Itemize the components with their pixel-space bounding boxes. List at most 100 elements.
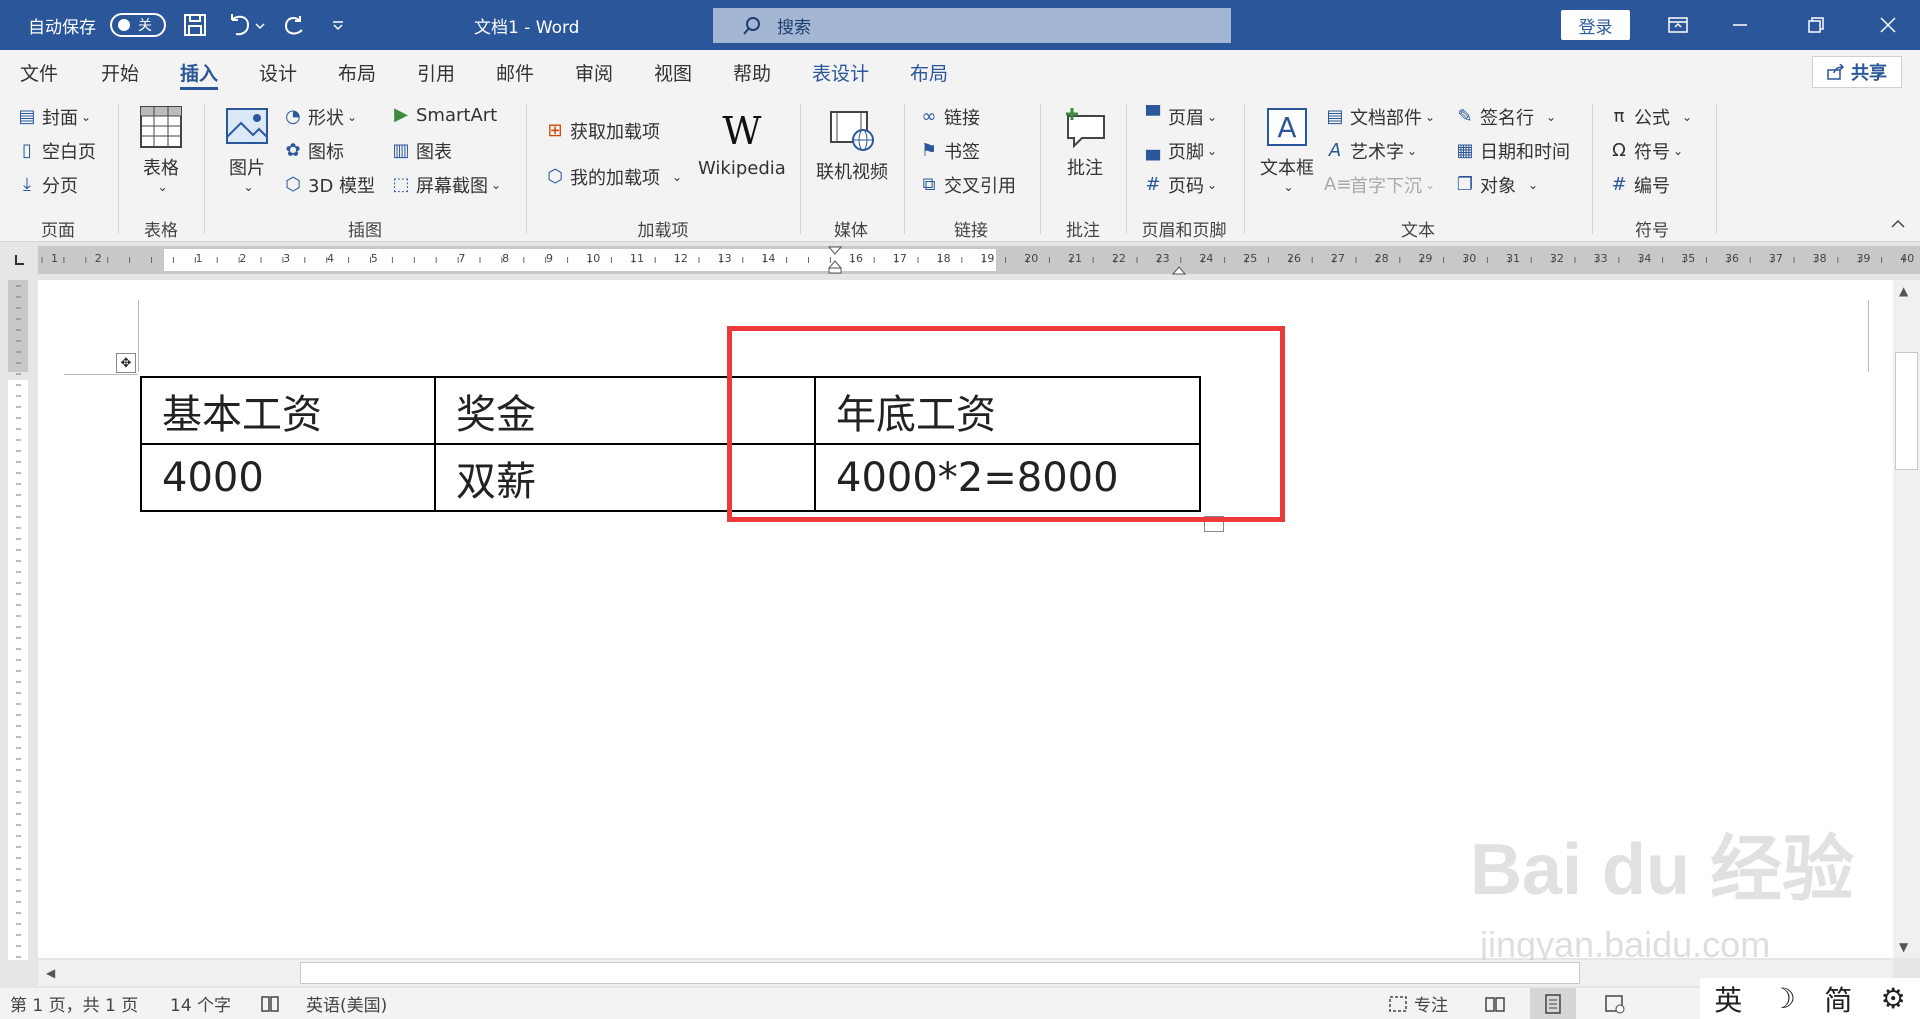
collapse-ribbon-icon[interactable] <box>1890 218 1906 230</box>
word-count[interactable]: 14 个字 <box>170 988 231 1019</box>
customize-qat-icon[interactable] <box>330 0 346 50</box>
tab-references[interactable]: 引用 <box>417 50 455 94</box>
picture-button[interactable]: 图片 ⌄ <box>224 104 270 194</box>
wikipedia-label: Wikipedia <box>698 158 786 179</box>
pi-icon: π <box>1613 106 1625 127</box>
right-indent-marker-icon[interactable] <box>1171 260 1187 275</box>
equation-button[interactable]: π 公式 ⌄ <box>1608 104 1692 130</box>
vertical-ruler[interactable] <box>0 280 38 960</box>
picture-label: 图片 <box>229 158 265 179</box>
redo-icon[interactable] <box>282 0 308 50</box>
indent-marker-icon[interactable] <box>827 246 843 274</box>
tab-help[interactable]: 帮助 <box>733 50 771 94</box>
scroll-up-icon[interactable]: ▲ <box>1899 284 1908 298</box>
tab-layout[interactable]: 布局 <box>338 50 376 94</box>
number-button[interactable]: # 编号 <box>1608 172 1670 198</box>
smartart-button[interactable]: ▶ SmartArt <box>390 104 497 126</box>
wikipedia-button[interactable]: W Wikipedia <box>698 108 786 179</box>
tab-table-design[interactable]: 表设计 <box>812 50 869 94</box>
login-button[interactable]: 登录 <box>1561 10 1630 40</box>
table-cell[interactable]: 奖金 <box>434 376 730 445</box>
cover-page-button[interactable]: ▤ 封面 ⌄ <box>16 104 91 130</box>
read-mode-icon[interactable] <box>1484 988 1506 1019</box>
3d-models-button[interactable]: ⬡ 3D 模型 <box>282 172 375 198</box>
ruler-number: 37 <box>1768 252 1783 265</box>
text-box-label: 文本框 <box>1260 158 1314 179</box>
table-cell[interactable]: 基本工资 <box>140 376 436 445</box>
gear-icon[interactable]: ⚙ <box>1881 982 1906 1015</box>
online-video-button[interactable]: 联机视频 <box>816 108 888 184</box>
drop-cap-button[interactable]: A≡ 首字下沉 ⌄ <box>1324 172 1435 198</box>
group-divider <box>904 104 905 234</box>
horizontal-scroll-thumb[interactable] <box>300 962 1580 984</box>
tab-mailings[interactable]: 邮件 <box>496 50 534 94</box>
tab-review[interactable]: 审阅 <box>575 50 613 94</box>
shapes-button[interactable]: ◔ 形状 ⌄ <box>282 104 357 130</box>
footer-button[interactable]: ▄ 页脚 ⌄ <box>1142 138 1217 164</box>
undo-icon[interactable] <box>226 0 266 50</box>
get-addins-button[interactable]: ⊞ 获取加载项 <box>544 118 660 144</box>
page-number-button[interactable]: # 页码 ⌄ <box>1142 172 1217 198</box>
link-button[interactable]: ∞ 链接 <box>918 104 981 130</box>
tab-table-layout[interactable]: 布局 <box>910 50 948 94</box>
tab-home[interactable]: 开始 <box>101 50 139 94</box>
cross-reference-button[interactable]: ⧉ 交叉引用 <box>918 172 1016 198</box>
proofing-icon[interactable] <box>260 988 282 1019</box>
web-layout-icon[interactable] <box>1604 988 1626 1019</box>
tab-design[interactable]: 设计 <box>259 50 297 94</box>
ribbon-display-options-icon[interactable] <box>1648 0 1708 50</box>
ruler-number: 29 <box>1418 252 1433 265</box>
symbol-button[interactable]: Ω 符号 ⌄ <box>1608 138 1683 164</box>
comment-icon <box>1062 104 1108 150</box>
shapes-label: 形状 <box>308 108 344 129</box>
header-button[interactable]: ▀ 页眉 ⌄ <box>1142 104 1217 130</box>
date-time-button[interactable]: ▦ 日期和时间 <box>1454 138 1570 164</box>
page-break-button[interactable]: ⤓ 分页 <box>16 172 78 198</box>
search-box[interactable]: 搜索 <box>713 8 1231 43</box>
wordart-button[interactable]: A 艺术字 ⌄ <box>1324 138 1417 164</box>
chart-button[interactable]: ▥ 图表 <box>390 138 452 164</box>
group-label-pages: 页面 <box>41 221 75 241</box>
vertical-scroll-thumb[interactable] <box>1895 352 1918 470</box>
autosave-toggle[interactable]: 关 <box>110 13 166 37</box>
save-icon[interactable] <box>182 0 208 50</box>
quick-parts-button[interactable]: ▤ 文档部件 ⌄ <box>1324 104 1435 130</box>
my-addins-button[interactable]: ⬡ 我的加载项 ⌄ <box>544 164 682 190</box>
table-cell[interactable]: 4000 <box>140 443 436 512</box>
focus-mode-button[interactable]: 专注 <box>1388 988 1448 1019</box>
page-count[interactable]: 第 1 页，共 1 页 <box>10 988 138 1019</box>
ruler-number: 11 <box>630 252 645 265</box>
language-indicator[interactable]: 英语(美国) <box>306 988 387 1019</box>
restore-icon[interactable] <box>1786 0 1846 50</box>
text-box-button[interactable]: A 文本框 ⌄ <box>1260 104 1314 194</box>
blank-page-button[interactable]: ▯ 空白页 <box>16 138 96 164</box>
new-comment-button[interactable]: 批注 <box>1062 104 1108 180</box>
table-cell[interactable]: 双薪 <box>434 443 730 512</box>
tab-view[interactable]: 视图 <box>654 50 692 94</box>
quick-parts-label: 文档部件 <box>1350 108 1422 129</box>
tab-insert[interactable]: 插入 <box>180 50 219 94</box>
horizontal-ruler[interactable]: 2 1 1 2 3 4 5 7 8 9 10 11 12 13 14 16 17 18 19 20 21 22 23 24 25… <box>38 246 1920 275</box>
drop-cap-icon: A≡ <box>1324 174 1352 195</box>
screenshot-button[interactable]: ⬚ 屏幕截图 ⌄ <box>390 172 501 198</box>
minimize-icon[interactable] <box>1710 0 1770 50</box>
ime-toolbar[interactable]: 英 ☽ 简 ⚙ <box>1700 978 1920 1019</box>
scroll-left-icon[interactable]: ◀ <box>46 966 55 980</box>
bookmark-button[interactable]: ⚑ 书签 <box>918 138 980 164</box>
tab-file[interactable]: 文件 <box>20 50 58 94</box>
close-icon[interactable] <box>1858 0 1918 50</box>
print-layout-icon[interactable] <box>1530 988 1576 1019</box>
tab-selector[interactable] <box>0 246 38 274</box>
signature-line-button[interactable]: ✎ 签名行 ⌄ <box>1454 104 1556 130</box>
scroll-down-icon[interactable]: ▼ <box>1899 940 1908 954</box>
share-button[interactable]: 共享 <box>1812 56 1902 88</box>
object-button[interactable]: ❐ 对象 ⌄ <box>1454 172 1538 198</box>
ruler-number: 36 <box>1725 252 1740 265</box>
ime-language[interactable]: 英 <box>1714 979 1742 1019</box>
ime-mode[interactable]: 简 <box>1824 979 1852 1019</box>
table-button[interactable]: 表格 ⌄ <box>138 104 184 194</box>
link-label: 链接 <box>944 108 980 129</box>
icons-button[interactable]: ✿ 图标 <box>282 138 344 164</box>
moon-icon[interactable]: ☽ <box>1771 982 1796 1015</box>
table-move-handle-icon[interactable]: ✥ <box>116 353 136 373</box>
